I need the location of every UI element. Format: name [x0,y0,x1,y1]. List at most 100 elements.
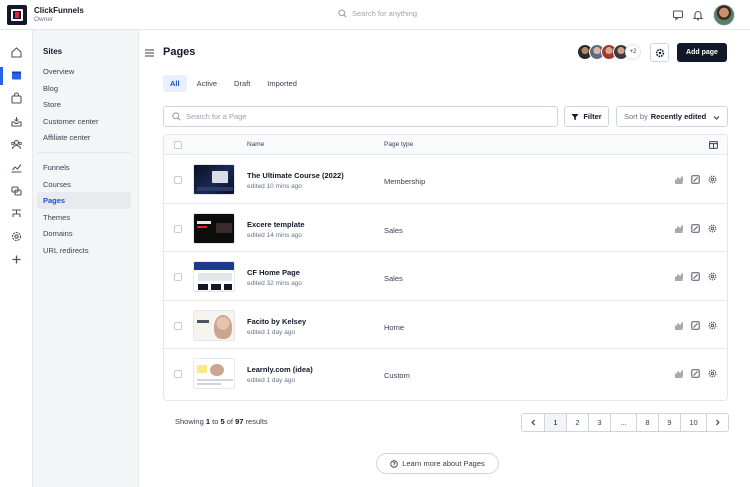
sidenav-item-pages[interactable]: Pages [37,192,131,209]
team-avatars[interactable]: +2 [577,44,641,60]
sidenav-item-url-redirects[interactable]: URL redirects [37,242,131,259]
sidenav-item-customer-center[interactable]: Customer center [37,113,131,130]
stats-icon[interactable] [674,369,683,378]
sidenav-item-overview[interactable]: Overview [37,63,131,80]
columns-icon[interactable] [709,141,718,149]
automation-icon[interactable] [10,184,23,197]
page-edited-time: edited 1 day ago [247,377,296,385]
row-settings-icon[interactable] [708,175,717,184]
page-name[interactable]: CF Home Page [247,268,300,277]
user-role: Owner [34,16,54,23]
table-row[interactable]: The Ultimate Course (2022) edited 10 min… [164,155,727,204]
page-type: Membership [384,177,426,186]
page-thumbnail[interactable] [193,212,235,244]
analytics-icon[interactable] [10,161,23,174]
table-row[interactable]: Facito by Kelsey edited 1 day ago Home [164,301,727,350]
tab-active[interactable]: Active [190,75,224,92]
table-row[interactable]: Excere template edited 14 mins ago Sales [164,204,727,253]
edit-page-icon[interactable] [691,175,700,184]
row-checkbox[interactable] [174,321,182,330]
page-thumbnail[interactable] [193,164,235,195]
workflows-icon[interactable] [10,207,23,220]
learn-more-button[interactable]: Learn more about Pages [376,453,499,474]
page-settings-button[interactable] [650,43,669,62]
row-checkbox[interactable] [174,370,182,379]
row-settings-icon[interactable] [708,224,717,233]
edit-page-icon[interactable] [691,223,700,233]
stats-icon[interactable] [674,175,683,184]
next-page-button[interactable] [706,414,728,431]
row-settings-icon[interactable] [708,321,717,330]
pages-table: Name Page type The Ultimate Course (2022… [163,134,728,401]
sidenav-item-affiliate-center[interactable]: Affiliate center [37,129,131,146]
select-all-checkbox[interactable] [174,141,182,149]
sidenav-item-blog[interactable]: Blog [37,80,131,97]
settings-icon[interactable] [10,230,23,243]
edit-page-icon[interactable] [691,272,700,281]
sidenav-item-themes[interactable]: Themes [37,209,131,226]
contacts-icon[interactable] [10,138,23,151]
sites-icon[interactable] [10,69,23,82]
row-checkbox[interactable] [174,273,182,282]
tab-imported[interactable]: Imported [260,75,304,92]
chat-icon[interactable] [672,9,684,21]
workspace-switcher[interactable]: ClickFunnels Owner [34,6,84,23]
page-thumbnail[interactable] [193,309,235,341]
row-checkbox[interactable] [174,224,182,233]
sidenav-item-store[interactable]: Store [37,96,131,113]
tab-draft[interactable]: Draft [227,75,257,92]
page-name[interactable]: The Ultimate Course (2022) [247,171,344,180]
page-search-input[interactable]: Search for a Page [163,106,558,127]
page-button-10[interactable]: 10 [680,414,706,431]
page-edited-time: edited 1 day ago [247,328,296,336]
page-name[interactable]: Excere template [247,220,305,229]
inbox-icon[interactable] [10,115,23,128]
stats-icon[interactable] [674,321,683,330]
page-name[interactable]: Facito by Kelsey [247,317,306,326]
pagination: 1 2 3 ... 8 9 10 [521,413,729,432]
table-row[interactable]: Learnly.com (idea) edited 1 day ago Cust… [164,349,727,398]
page-type: Sales [384,274,403,284]
gear-icon [655,48,664,57]
page-button-2[interactable]: 2 [566,414,588,431]
global-search[interactable]: Search for anything [338,9,417,18]
edit-page-icon[interactable] [691,369,700,379]
table-row[interactable]: CF Home Page edited 32 mins ago Sales [164,252,727,301]
add-page-button[interactable]: Add page [677,43,727,62]
prev-page-button[interactable] [522,414,544,431]
page-button-1[interactable]: 1 [544,414,566,431]
edit-page-icon[interactable] [691,321,700,330]
stats-icon[interactable] [674,272,683,281]
sidenav-item-courses[interactable]: Courses [37,176,131,193]
tab-all[interactable]: All [163,75,187,92]
bell-icon[interactable] [692,9,704,21]
page-type: Home [384,322,405,332]
store-icon[interactable] [10,92,23,105]
page-type: Sales [384,225,403,235]
page-thumbnail[interactable] [193,261,235,293]
team-more-count: +2 [625,44,641,60]
sidenav-item-domains[interactable]: Domains [37,225,131,242]
stats-icon[interactable] [674,224,683,233]
page-name[interactable]: Learnly.com (idea) [247,365,313,374]
sort-value: Recently edited [650,112,707,121]
menu-icon[interactable] [145,49,154,57]
clickfunnels-logo-icon[interactable] [7,5,27,25]
filter-button[interactable]: Filter [564,106,609,127]
results-summary: Showing 1 to 5 of 97 results [175,417,268,426]
sidenav-item-funnels[interactable]: Funnels [37,159,131,176]
page-button-3[interactable]: 3 [588,414,610,431]
user-avatar[interactable] [713,4,735,26]
row-checkbox[interactable] [174,176,182,184]
plus-icon[interactable] [10,253,23,266]
page-thumbnail[interactable] [193,358,235,390]
sort-dropdown[interactable]: Sort by Recently edited [616,106,728,127]
page-button-8[interactable]: 8 [636,414,658,431]
home-icon[interactable] [10,46,23,59]
page-button-9[interactable]: 9 [658,414,680,431]
sidenav-header: Sites [43,47,63,56]
sidenav-divider [37,152,131,153]
row-settings-icon[interactable] [708,369,717,378]
page-title: Pages [163,46,196,58]
row-settings-icon[interactable] [708,272,717,281]
